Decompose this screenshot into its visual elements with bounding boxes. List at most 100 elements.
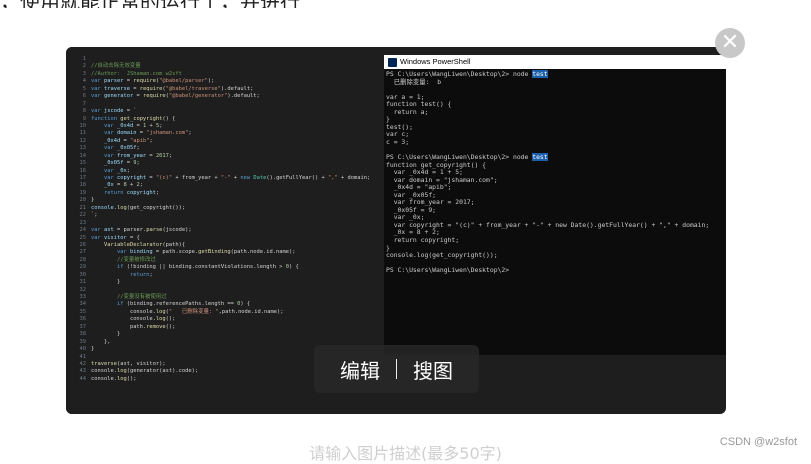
code-text: VariableDeclarator(path){ bbox=[91, 242, 185, 249]
code-line: 14 var from_year = 2017; bbox=[66, 153, 384, 160]
code-line: 7 bbox=[66, 101, 384, 108]
code-text: _0x = 8 + 2; bbox=[91, 182, 143, 189]
code-text: var visitor = { bbox=[91, 235, 140, 242]
code-token: //变量被修改过 bbox=[116, 256, 156, 263]
code-token: = { bbox=[126, 234, 140, 241]
code-token: `; bbox=[91, 212, 98, 219]
code-token: ) { bbox=[289, 264, 299, 271]
close-icon[interactable]: ✕ bbox=[715, 28, 745, 58]
code-token: var bbox=[91, 234, 104, 241]
line-number: 3 bbox=[82, 70, 86, 77]
console-highlight: test bbox=[532, 153, 548, 162]
code-token: var bbox=[103, 167, 117, 174]
code-text: //自动去除无效变量 bbox=[91, 63, 141, 70]
line-number: 6 bbox=[82, 93, 86, 100]
code-token: = bbox=[120, 137, 130, 144]
code-line: 8 var jscode = ` bbox=[66, 108, 384, 115]
edit-image-button[interactable]: 编辑 bbox=[334, 355, 386, 384]
powershell-window: Windows PowerShell PS C:\Users\WangLiwen… bbox=[384, 55, 726, 355]
line-number: 38 bbox=[79, 331, 87, 338]
code-token: //变量没有被使用过 bbox=[116, 294, 167, 300]
code-token: jscode bbox=[103, 108, 124, 115]
line-number: 35 bbox=[79, 308, 87, 315]
code-token: binding bbox=[129, 249, 153, 256]
line-number: 12 bbox=[79, 137, 87, 144]
code-token: = path.scope. bbox=[152, 249, 199, 256]
code-line: 34 if (binding.referencePaths.length == … bbox=[66, 301, 384, 308]
console-text: c = 3; bbox=[386, 137, 410, 146]
line-number: 1 bbox=[82, 56, 86, 62]
code-token: traverse bbox=[91, 360, 117, 367]
code-token: _0x05f bbox=[116, 145, 137, 152]
line-number: 28 bbox=[79, 256, 87, 263]
code-token: ).default; bbox=[227, 93, 260, 100]
image-caption-input[interactable]: 请输入图片描述(最多50字) bbox=[0, 440, 811, 464]
line-number: 43 bbox=[79, 368, 87, 375]
code-token: parse bbox=[146, 227, 163, 234]
line-number: 25 bbox=[79, 234, 87, 241]
console-line: _0x4d = "apib"; bbox=[386, 183, 726, 192]
console-text: return a; bbox=[386, 107, 429, 116]
line-number: 29 bbox=[79, 264, 87, 271]
line-number: 17 bbox=[79, 175, 87, 181]
action-divider bbox=[396, 359, 397, 379]
line-number: 20 bbox=[79, 197, 87, 204]
code-line: 10 var _0x4d = 1 + 5; bbox=[66, 123, 384, 130]
code-line: 6 var generator = require("@babel/generat… bbox=[66, 93, 384, 100]
code-token: ; bbox=[139, 182, 143, 189]
code-token: _0x bbox=[116, 167, 127, 174]
code-token: //自动去除无效变量 bbox=[91, 63, 141, 70]
code-text: _0x4d = "apib"; bbox=[91, 138, 153, 145]
code-token: }, bbox=[91, 338, 111, 345]
console-text: 已删除变量: b bbox=[386, 77, 442, 86]
console-line: _0x05f = 9; bbox=[386, 206, 726, 215]
code-text: } bbox=[91, 197, 94, 204]
search-image-button[interactable]: 搜图 bbox=[407, 355, 459, 384]
powershell-titlebar: Windows PowerShell bbox=[384, 55, 726, 69]
code-token: console. bbox=[91, 375, 117, 382]
code-token: function bbox=[91, 115, 121, 122]
console-line: function test() { bbox=[386, 100, 726, 109]
image-action-bar: 编辑 搜图 bbox=[314, 345, 479, 393]
code-line: 25 var visitor = { bbox=[66, 235, 384, 242]
code-token: () { bbox=[162, 115, 176, 122]
line-number: 13 bbox=[79, 145, 87, 152]
code-text: } bbox=[91, 279, 120, 286]
line-number: 23 bbox=[79, 219, 87, 226]
code-token: ().getFullYear() + bbox=[266, 175, 328, 181]
code-line: 5 var traverse = require("@babel/traverse… bbox=[66, 86, 384, 93]
code-text: var _0x4d = 1 + 5; bbox=[91, 123, 162, 130]
line-number: 19 bbox=[79, 189, 87, 196]
code-line: 21 console.log(get_copyright()); bbox=[66, 205, 384, 212]
code-token: = bbox=[133, 93, 143, 100]
code-text: var generator = require("@babel/generato… bbox=[91, 93, 260, 100]
console-highlight: test bbox=[532, 70, 548, 78]
code-token: (); bbox=[165, 323, 176, 330]
code-token: + from_year + bbox=[172, 175, 221, 181]
code-token: = ` bbox=[123, 108, 137, 115]
code-token: _0x4d bbox=[103, 137, 121, 144]
code-token: ); bbox=[207, 78, 215, 85]
line-number: 37 bbox=[79, 323, 87, 330]
console-line: c = 3; bbox=[386, 137, 726, 147]
code-token: "-" bbox=[220, 175, 231, 181]
code-token: var bbox=[91, 78, 104, 85]
code-token: = bbox=[133, 122, 143, 129]
code-token: ; bbox=[155, 189, 160, 196]
line-number: 16 bbox=[79, 167, 87, 174]
code-token: log bbox=[155, 308, 166, 315]
code-text: path.remove(); bbox=[91, 324, 175, 331]
code-line: 30 return; bbox=[66, 272, 384, 279]
code-token: from_year bbox=[116, 152, 147, 159]
code-line: 15 _0x05f = 9; bbox=[66, 160, 384, 167]
line-number: 34 bbox=[79, 301, 87, 308]
code-text: } bbox=[91, 331, 120, 338]
line-number: 18 bbox=[79, 182, 87, 189]
